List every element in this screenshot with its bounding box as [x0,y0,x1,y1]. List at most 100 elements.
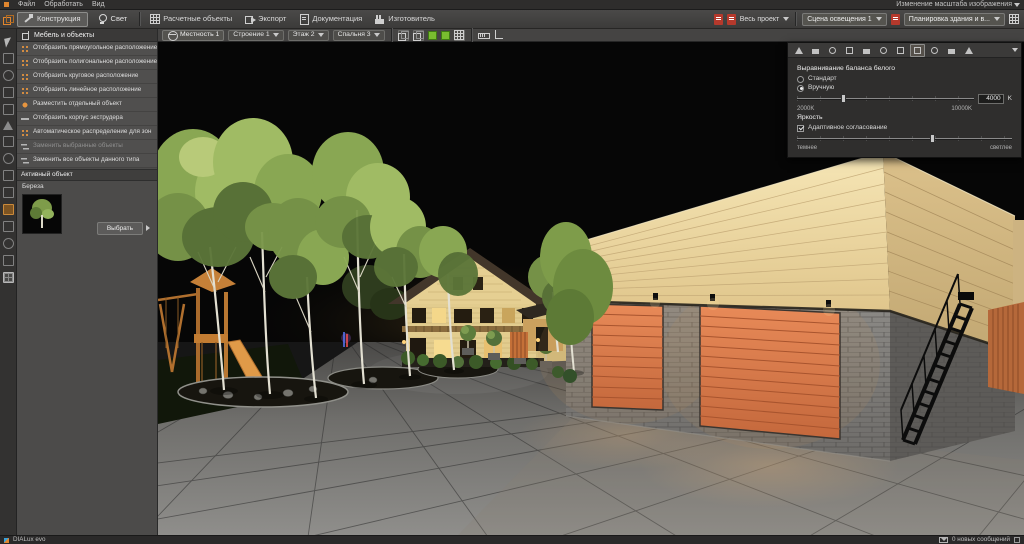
tab-light[interactable]: Свет [91,12,135,27]
item-label: Отобразить полигональное расположение [33,59,157,65]
strip-icon[interactable] [3,53,14,64]
whole-project-label[interactable]: Весь проект [740,16,779,23]
tab-construction[interactable]: Конструкция [17,12,88,27]
chevron-down-icon[interactable] [783,17,789,21]
slider-handle[interactable] [930,134,935,143]
layers-button[interactable] [454,30,465,41]
visibility-toggle-green[interactable] [428,31,437,40]
mail-icon [939,537,948,543]
panel-tab[interactable] [842,44,857,57]
grid-toggle-icon[interactable] [1014,537,1020,543]
adaptive-checkbox[interactable] [797,125,804,132]
panel-tab[interactable] [791,44,806,57]
adaptive-checkbox-row[interactable]: Адаптивное согласование [797,125,1012,132]
darker-label: темнее [797,145,817,151]
select-object-button[interactable]: Выбрать [97,222,143,235]
tool-extruder-body[interactable]: Отобразить корпус экструдера [17,112,157,126]
button-export[interactable]: Экспорт [240,12,291,27]
bulb-icon [98,14,108,24]
panel-tab[interactable] [961,44,976,57]
zoom-mode-indicator[interactable]: Изменение масштаба изображения [896,1,1020,8]
tool-rectangular-arrangement[interactable]: Отобразить прямоугольное расположение [17,42,157,56]
panel-tab-image-settings[interactable] [910,44,925,57]
chevron-down-icon [318,33,324,37]
scene-icon[interactable] [891,14,900,25]
view-mode-select[interactable]: Планировка здания и в... [904,13,1005,26]
radio-manual[interactable] [797,85,804,92]
messages-indicator[interactable]: 0 новых сообщений [939,537,1020,543]
strip-icon[interactable] [3,136,14,147]
panel-tab[interactable] [876,44,891,57]
menu-edit[interactable]: Обработать [44,1,83,8]
strip-icon[interactable] [3,104,14,115]
radio-standard-row[interactable]: Стандарт [797,76,1012,83]
strip-icon[interactable] [3,170,14,181]
tab-construction-label: Конструкция [37,15,81,23]
panel-tab[interactable] [825,44,840,57]
dialux-logo-icon [4,538,9,543]
white-balance-slider[interactable] [797,94,974,103]
report-icon[interactable] [714,14,723,25]
strip-icon[interactable] [3,153,14,164]
panel-tab[interactable] [927,44,942,57]
chevron-down-icon[interactable] [1012,48,1018,52]
tool-circular-arrangement[interactable]: Отобразить круговое расположение [17,70,157,84]
angle-measure-icon[interactable] [493,30,503,40]
layout-icon[interactable] [1009,14,1019,24]
view-cube-button[interactable] [413,30,424,41]
panel-tab[interactable] [944,44,959,57]
main-toolbar: Конструкция Свет Расчетные объекты Экспо… [0,10,1024,29]
white-balance-value-input[interactable] [978,94,1004,104]
radio-standard[interactable] [797,76,804,83]
measure-icon[interactable] [478,30,489,40]
tool-place-single-object[interactable]: Разместить отдельный объект [17,98,157,112]
floor-select[interactable]: Этаж 2 [288,30,329,41]
radio-manual-row[interactable]: Вручную [797,85,1012,92]
manufacturer-label: Изготовитель [388,15,435,23]
active-object-block: Береза Выбрать [17,181,157,238]
panel-tab[interactable] [893,44,908,57]
strip-icon[interactable] [3,221,14,232]
building-select[interactable]: Строение 1 [228,30,283,41]
room-value: Спальня 3 [338,32,371,39]
project-icon[interactable] [3,14,14,25]
chevron-down-icon [374,33,380,37]
scale-min-label: 2000K [797,106,814,112]
panel-tab[interactable] [859,44,874,57]
strip-icon[interactable] [3,238,14,249]
strip-icon[interactable] [3,87,14,98]
brightness-slider[interactable] [797,134,1012,143]
menu-view[interactable]: Вид [92,1,105,8]
visibility-toggle-green[interactable] [441,31,450,40]
strip-icon[interactable] [3,255,14,266]
toolbar-separator [471,28,472,42]
object-thumbnail[interactable] [22,194,62,234]
panel-tab[interactable] [808,44,823,57]
view-cube-button[interactable] [398,30,409,41]
menu-file[interactable]: Файл [18,1,35,8]
strip-icon[interactable] [3,70,14,81]
tool-polygonal-arrangement[interactable]: Отобразить полигональное расположение [17,56,157,70]
app-logo-icon [4,2,9,7]
radio-standard-label: Стандарт [808,76,837,83]
tool-auto-distribution[interactable]: Автоматическое распределение для зон [17,126,157,140]
button-documentation[interactable]: Документация [294,12,367,27]
button-manufacturer[interactable]: Изготовитель [370,12,440,27]
item-label: Разместить отдельный объект [33,101,122,107]
tool-linear-arrangement[interactable]: Отобразить линейное расположение [17,84,157,98]
strip-icon-grid[interactable] [3,272,14,283]
strip-icon-cursor[interactable] [4,37,13,47]
strip-icon[interactable] [3,187,14,198]
tool-replace-all-of-type[interactable]: Заменить все объекты данного типа [17,154,157,168]
slider-handle[interactable] [841,94,846,103]
button-calc-objects[interactable]: Расчетные объекты [145,12,237,27]
light-scene-select[interactable]: Сцена освещения 1 [802,13,887,26]
light-scene-value: Сцена освещения 1 [807,16,872,23]
room-select[interactable]: Спальня 3 [333,30,385,41]
site-label: Местность 1 [180,32,219,39]
brightness-slider-row [797,134,1012,143]
site-button[interactable]: Местность 1 [162,30,224,41]
strip-icon-active-tool[interactable] [3,204,14,215]
report-icon[interactable] [727,14,736,25]
strip-icon[interactable] [3,121,13,130]
